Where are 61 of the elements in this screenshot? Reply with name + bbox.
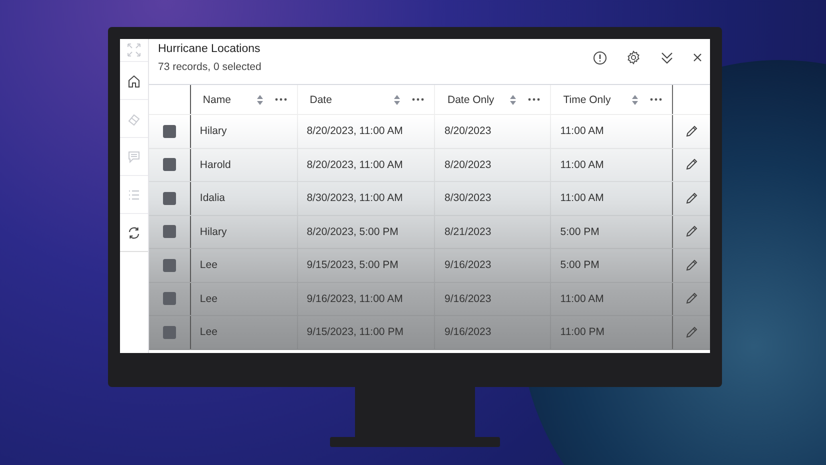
table-cell: Lee	[190, 282, 298, 315]
more-options-icon[interactable]	[650, 98, 662, 101]
pencil-icon[interactable]	[685, 292, 698, 306]
pencil-icon[interactable]	[685, 124, 698, 138]
sort-icon[interactable]	[394, 94, 400, 104]
checkbox[interactable]	[162, 258, 176, 272]
table-cell: 8/30/2023	[435, 182, 552, 214]
sort-icon[interactable]	[510, 94, 516, 104]
table-cell: 9/15/2023, 11:00 PM	[298, 316, 436, 348]
table-cell: Lee	[190, 316, 298, 348]
table-cell: 8/21/2023	[435, 216, 552, 248]
checkbox[interactable]	[162, 225, 176, 238]
table-cell: 11:00 AM	[551, 115, 674, 148]
checkbox[interactable]	[162, 158, 176, 172]
checkbox[interactable]	[162, 326, 176, 339]
table-cell: 9/16/2023	[435, 249, 552, 282]
record-count: 73 records, 0 selected	[158, 61, 262, 73]
checkbox[interactable]	[162, 292, 176, 306]
more-options-icon[interactable]	[274, 98, 287, 101]
table-cell: 9/16/2023	[435, 282, 552, 315]
column-header[interactable]: Time Only	[560, 94, 632, 106]
table-cell: 11:00 PM	[551, 316, 674, 348]
checkbox[interactable]	[162, 192, 176, 205]
panel-title: Hurricane Locations	[158, 43, 262, 55]
close-icon[interactable]	[693, 53, 702, 62]
table-cell: 11:00 AM	[551, 148, 674, 181]
refresh-icon[interactable]	[126, 224, 142, 240]
column-header[interactable]: Date	[306, 94, 394, 106]
more-options-icon[interactable]	[412, 98, 424, 101]
table-cell: 8/20/2023	[435, 148, 552, 181]
table-cell: Harold	[190, 148, 298, 181]
table-cell: 11:00 AM	[551, 282, 674, 315]
table-cell: 8/20/2023, 11:00 AM	[298, 115, 436, 148]
pencil-icon[interactable]	[685, 225, 698, 238]
info-icon[interactable]	[593, 50, 607, 64]
table-cell: 11:00 AM	[551, 182, 674, 214]
home-icon[interactable]	[126, 72, 142, 88]
pencil-icon[interactable]	[685, 192, 698, 205]
table-cell: 9/15/2023, 5:00 PM	[298, 249, 436, 282]
pencil-icon[interactable]	[685, 158, 698, 172]
table-cell: Hilary	[190, 216, 298, 248]
checkbox[interactable]	[162, 124, 176, 138]
table-cell: 5:00 PM	[551, 249, 674, 282]
table-cell: 9/16/2023, 11:00 AM	[298, 282, 436, 315]
column-header[interactable]: Date Only	[444, 94, 510, 106]
table-cell: 9/16/2023	[435, 316, 552, 348]
sort-icon[interactable]	[632, 94, 638, 104]
table-cell: Hilary	[190, 115, 298, 148]
table-cell: 8/20/2023, 5:00 PM	[298, 216, 436, 248]
pencil-icon[interactable]	[685, 258, 698, 272]
table-cell: 8/20/2023, 11:00 AM	[298, 148, 436, 181]
double-chevron-icon[interactable]	[660, 50, 674, 64]
table-cell: 8/30/2023, 11:00 AM	[298, 182, 436, 214]
table-cell: 8/20/2023	[435, 115, 552, 148]
more-options-icon[interactable]	[528, 98, 540, 101]
settings-icon[interactable]	[626, 50, 641, 65]
table-cell: 5:00 PM	[551, 216, 674, 248]
column-header[interactable]: Name	[200, 94, 257, 106]
table-cell: Lee	[190, 249, 298, 282]
table-cell: Idalia	[190, 182, 298, 214]
sort-icon[interactable]	[256, 94, 263, 104]
